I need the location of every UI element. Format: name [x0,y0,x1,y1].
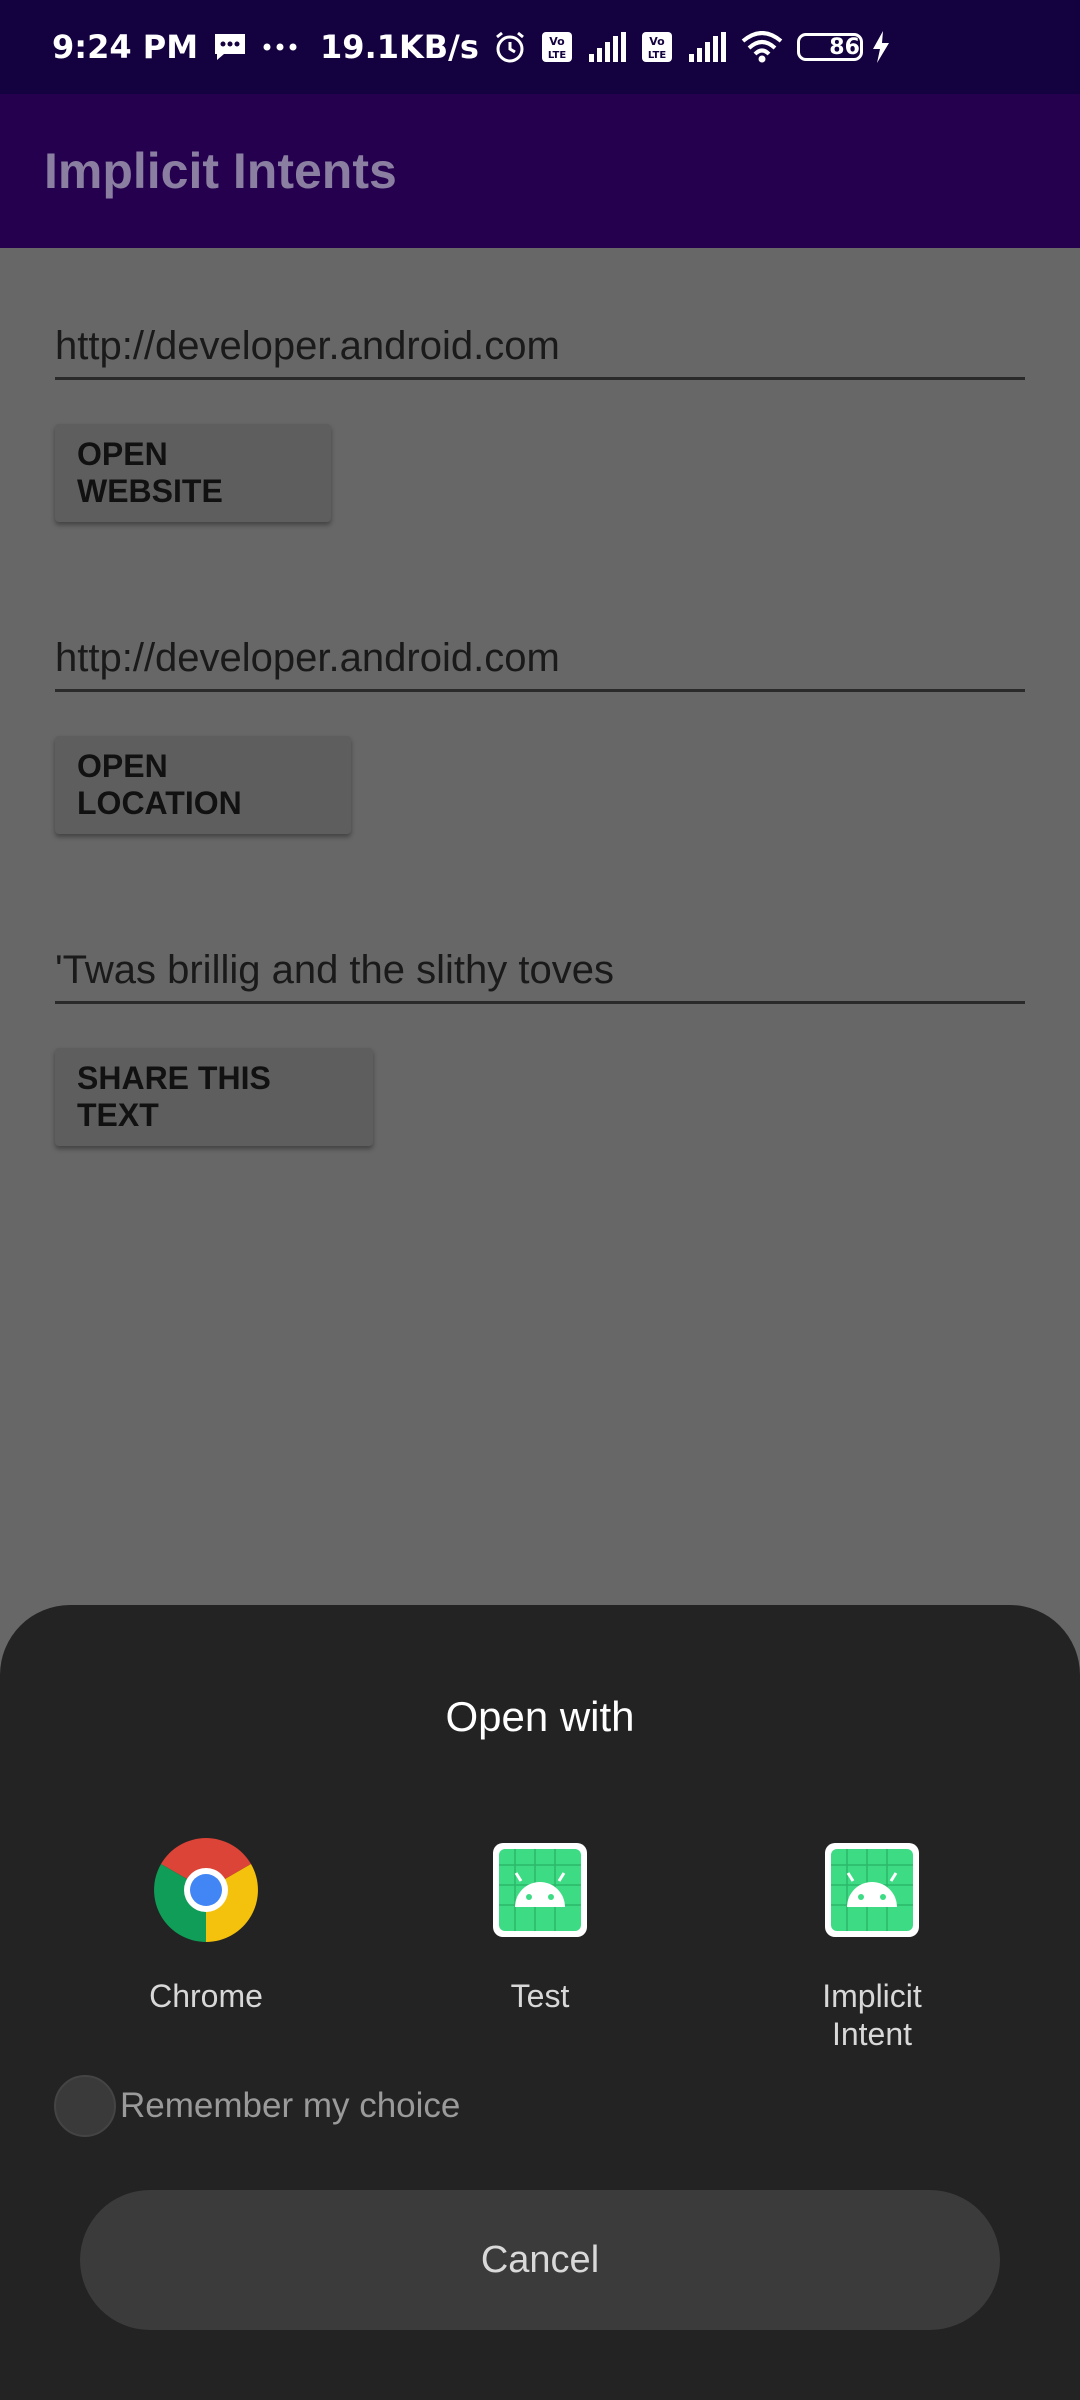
wifi-icon [741,31,783,63]
app-option-implicit-intent[interactable]: Implicit Intent [762,1835,982,2053]
website-input[interactable]: http://developer.android.com [55,308,1025,380]
android-icon [817,1835,927,1945]
signal-icon [687,32,727,62]
share-text-input[interactable]: 'Twas brillig and the slithy toves [55,932,1025,1004]
app-bar: Implicit Intents [0,94,1080,248]
svg-text:Vo: Vo [549,35,565,48]
battery-icon: 86 [796,33,863,61]
open-location-button[interactable]: OPEN LOCATION [55,736,351,834]
share-text-button[interactable]: SHARE THIS TEXT [55,1048,373,1146]
android-icon [485,1835,595,1945]
remember-label: Remember my choice [120,2086,461,2125]
sheet-title: Open with [445,1693,635,1740]
signal-icon [587,32,627,62]
svg-text:Vo: Vo [649,35,665,48]
volte-icon: Vo LTE [641,31,673,63]
message-icon [212,31,248,63]
charging-icon [871,31,891,63]
cancel-button[interactable]: Cancel [80,2190,1000,2330]
open-with-sheet: Open with Chrome Test Implicit Intent Re… [0,1605,1080,2400]
status-time: 9:24 PM [52,28,199,66]
svg-text:LTE: LTE [548,50,567,61]
network-speed: 19.1KB/s [320,28,479,66]
remember-choice[interactable]: Remember my choice [54,2075,460,2137]
battery-level: 86 [829,34,860,60]
app-title: Implicit Intents [44,143,397,199]
volte-icon: Vo LTE [541,31,573,63]
alarm-icon [493,30,527,64]
app-option-chrome[interactable]: Chrome [96,1835,316,2015]
app-option-test[interactable]: Test [430,1835,650,2015]
status-bar: 9:24 PM 19.1KB/s Vo LTE Vo LTE 86 [0,0,1080,94]
remember-radio[interactable] [54,2075,116,2137]
location-input[interactable]: http://developer.android.com [55,620,1025,692]
chrome-icon [151,1835,261,1945]
app-option-label: Implicit Intent [822,1978,922,2052]
svg-text:LTE: LTE [648,50,667,61]
app-option-label: Test [510,1978,570,2014]
more-dots-icon [262,42,298,52]
open-website-button[interactable]: OPEN WEBSITE [55,424,331,522]
app-option-label: Chrome [149,1978,263,2014]
